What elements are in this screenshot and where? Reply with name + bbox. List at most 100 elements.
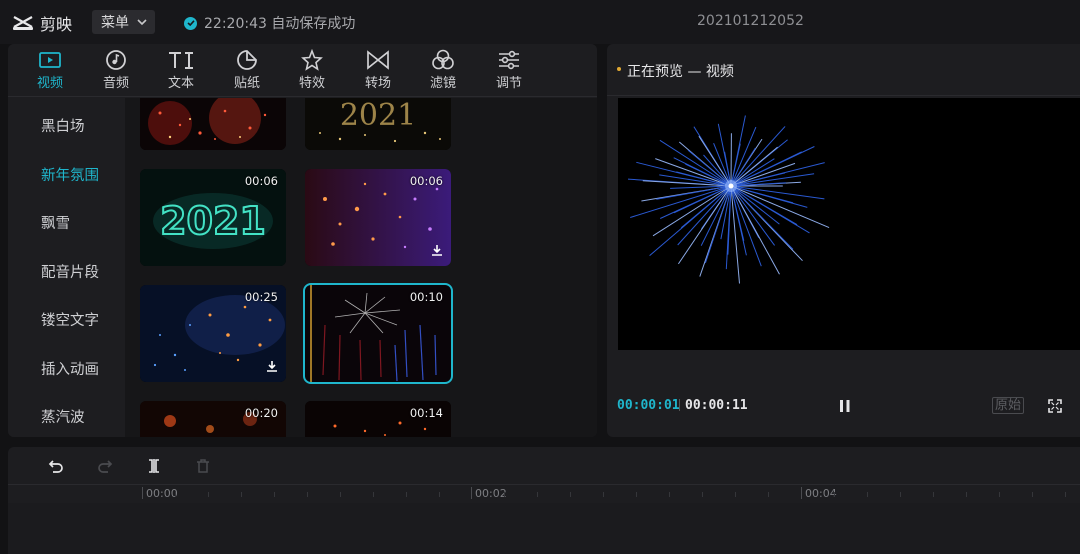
download-icon[interactable] [266,357,278,376]
adjust-icon [497,48,521,72]
clip-thumbnail[interactable]: 00:14 [305,401,451,437]
tab-text[interactable]: 文本 [156,48,206,94]
ruler-minor-tick [504,492,505,497]
tab-video[interactable]: 视频 [25,48,75,94]
ruler-minor-tick [702,492,703,497]
ruler-minor-tick [669,492,670,497]
category-item[interactable]: 配音片段 [41,261,99,282]
autosave-text: 22:20:43 自动保存成功 [204,16,356,32]
svg-text:2021: 2021 [160,199,266,243]
clip-duration: 00:06 [244,174,278,188]
ruler-tick [471,487,472,499]
ruler-label: 00:02 [475,487,507,500]
menu-label: 菜单 [101,15,129,31]
redo-button[interactable] [96,457,114,475]
clip-thumbnail[interactable]: 2021 00:06 [140,169,286,266]
category-list: 黑白场 新年氛围 飘雪 配音片段 镂空文字 插入动画 蒸汽波 [8,98,125,437]
tab-label: 特效 [298,76,325,91]
tab-label: 滤镜 [429,76,456,91]
timeline-track-area[interactable] [8,503,1080,554]
tab-label: 视频 [36,76,63,91]
undo-button[interactable] [47,457,65,475]
undo-icon [48,460,63,473]
tab-transition[interactable]: 转场 [353,48,403,94]
svg-text:2021: 2021 [340,98,416,133]
clip-duration: 00:06 [409,174,443,188]
firework-frame-image [618,98,1080,350]
media-panel: 视频 音频 文本 贴纸 特效 转场 滤镜 调节 黑白场 新年氛围 飘雪 配音片段… [8,44,597,437]
ruler-minor-tick [867,492,868,497]
split-button[interactable] [145,457,163,475]
ruler-minor-tick [834,492,835,497]
current-time: 00:00:01 [617,398,680,413]
tab-adjust[interactable]: 调节 [484,48,534,94]
chevron-down-icon [137,19,147,26]
ruler-tick [142,487,143,499]
category-item[interactable]: 镂空文字 [41,309,99,330]
ruler-minor-tick [966,492,967,497]
clip-duration: 00:20 [244,406,278,420]
preview-panel: 正在预览 — 视频 00:00:01 00:00:11 原始 [607,44,1080,437]
delete-button[interactable] [194,457,212,475]
preview-title: 正在预览 — 视频 [627,64,734,80]
ruler-minor-tick [406,492,407,497]
ruler-minor-tick [735,492,736,497]
thumbnail-image [140,98,286,150]
ruler-minor-tick [1065,492,1066,497]
tab-sticker[interactable]: 贴纸 [222,48,272,94]
video-viewport[interactable] [618,98,1080,350]
ruler-minor-tick [439,492,440,497]
tab-label: 调节 [495,76,522,91]
category-item[interactable]: 蒸汽波 [41,406,85,427]
ruler-label: 00:00 [146,487,178,500]
clip-thumbnail-selected[interactable]: 00:10 [303,283,453,384]
ruler-minor-tick [373,492,374,497]
category-item-active[interactable]: 新年氛围 [41,164,99,185]
media-tabs: 视频 音频 文本 贴纸 特效 转场 滤镜 调节 [8,44,597,97]
ruler-minor-tick [603,492,604,497]
autosave-status: 22:20:43 自动保存成功 [184,13,355,33]
clip-duration: 00:14 [409,406,443,420]
ruler-minor-tick [900,492,901,497]
redo-icon [98,460,113,473]
category-item[interactable]: 飘雪 [41,212,70,233]
ruler-minor-tick [175,492,176,497]
transition-icon [366,48,390,72]
ruler-tick [801,487,802,499]
clip-duration: 00:10 [409,290,443,304]
fullscreen-icon[interactable] [1048,399,1062,413]
tab-filter[interactable]: 滤镜 [418,48,468,94]
category-item[interactable]: 黑白场 [41,115,85,136]
trash-icon [197,459,209,473]
top-bar: 剪映 菜单 22:20:43 自动保存成功 202101212052 [0,0,1080,44]
ruler-minor-tick [933,492,934,497]
category-item[interactable]: 插入动画 [41,358,99,379]
audio-icon [105,48,127,72]
ruler-minor-tick [208,492,209,497]
capcut-logo-icon [13,16,33,30]
text-icon [167,48,195,72]
timeline-ruler[interactable]: 00:00 00:02 00:04 [8,485,1080,503]
clip-thumbnail[interactable] [140,98,286,150]
split-icon [149,459,159,473]
clip-thumbnail[interactable]: 00:20 [140,401,286,437]
ruler-minor-tick [241,492,242,497]
pause-icon[interactable] [839,399,851,413]
ruler-minor-tick [340,492,341,497]
clip-thumbnail[interactable]: 00:06 [305,169,451,266]
tab-effects[interactable]: 特效 [287,48,337,94]
ruler-minor-tick [570,492,571,497]
aspect-ratio-button[interactable]: 原始 [992,397,1025,414]
ruler-minor-tick [999,492,1000,497]
clip-thumbnail[interactable]: 00:25 [140,285,286,382]
tab-audio[interactable]: 音频 [91,48,141,94]
ruler-minor-tick [307,492,308,497]
download-icon[interactable] [431,241,443,260]
timeline-panel: 00:00 00:02 00:04 [8,447,1080,554]
tab-label: 文本 [167,76,194,91]
clip-thumbnail[interactable]: 2021 [305,98,451,150]
clip-duration: 00:25 [244,290,278,304]
filter-icon [431,48,455,72]
app-name: 剪映 [40,15,73,34]
menu-dropdown[interactable]: 菜单 [92,10,155,34]
